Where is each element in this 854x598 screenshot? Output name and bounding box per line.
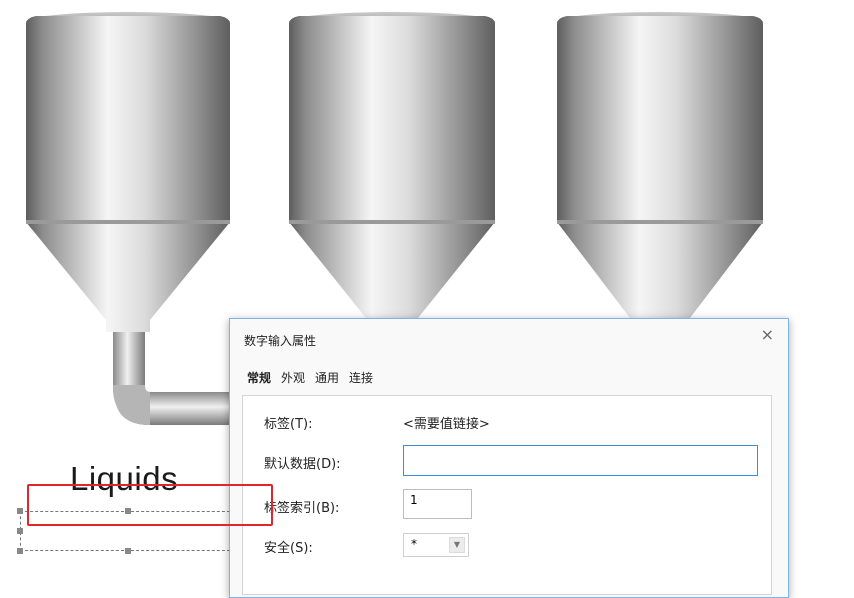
tab-general[interactable]: 常规 — [246, 367, 272, 388]
resize-handle-bm[interactable] — [125, 548, 131, 554]
silo-3 — [557, 12, 763, 318]
security-label: 安全(S): — [264, 541, 313, 556]
default-data-label: 默认数据(D): — [264, 457, 341, 472]
chevron-down-icon[interactable]: ▼ — [449, 537, 465, 553]
silo-2 — [289, 12, 495, 318]
close-icon[interactable]: × — [761, 325, 774, 344]
tag-label: 标签(T): — [264, 417, 313, 432]
resize-handle-ml[interactable] — [17, 528, 23, 534]
numeric-input-properties-dialog: 数字输入属性 × 常规 外观 通用 连接 标签(T): <需要值链接> 默认数据… — [229, 318, 789, 598]
tab-bar: 常规 外观 通用 连接 — [246, 367, 374, 388]
resize-handle-tl[interactable] — [17, 508, 23, 514]
tag-index-label: 标签索引(B): — [264, 501, 340, 516]
default-data-input[interactable] — [403, 445, 758, 476]
security-value: * — [411, 537, 417, 551]
tab-appearance[interactable]: 外观 — [280, 367, 306, 388]
dialog-title: 数字输入属性 — [244, 334, 317, 348]
tag-value[interactable]: <需要值链接> — [403, 413, 490, 432]
general-panel: 标签(T): <需要值链接> 默认数据(D): 标签索引(B): 1 安全(S)… — [242, 395, 772, 595]
tab-common[interactable]: 通用 — [314, 367, 340, 388]
tag-index-input[interactable]: 1 — [403, 489, 472, 519]
highlight-box — [27, 484, 273, 526]
resize-handle-bl[interactable] — [17, 548, 23, 554]
tab-connection[interactable]: 连接 — [348, 367, 374, 388]
security-select[interactable]: * ▼ — [403, 533, 469, 557]
silo-1 — [26, 12, 230, 332]
pipe — [113, 330, 230, 425]
